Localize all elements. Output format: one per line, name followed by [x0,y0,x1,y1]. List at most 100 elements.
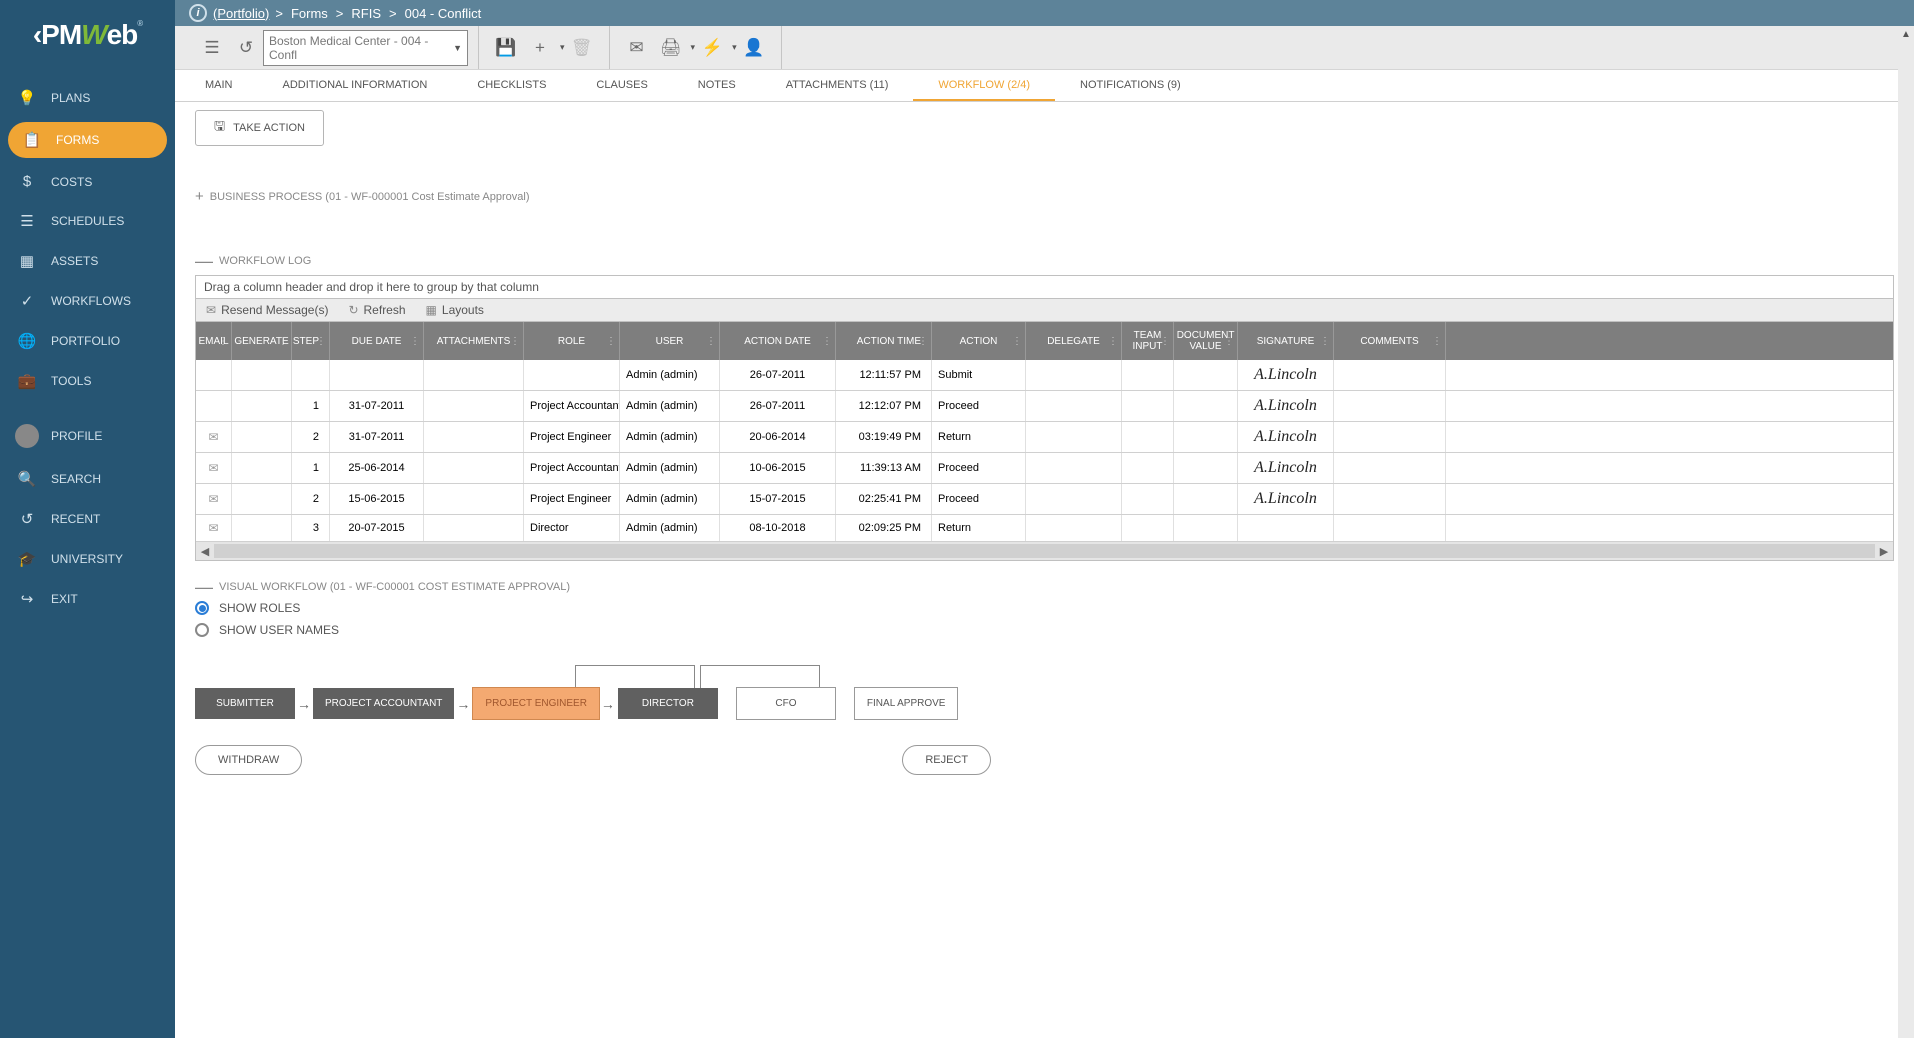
nav-profile[interactable]: PROFILE [0,413,175,459]
bp-header-text: BUSINESS PROCESS (01 - WF-000001 Cost Es… [210,191,530,203]
nav-search[interactable]: 🔍SEARCH [0,459,175,499]
cell-action: Return [932,422,1026,452]
nav-plans[interactable]: 💡PLANS [0,78,175,118]
radio-show-roles[interactable]: SHOW ROLES [195,601,1894,615]
nav-recent[interactable]: ↺ RECENT [0,499,175,539]
scroll-right-icon[interactable]: ▶ [1875,545,1893,558]
minus-icon: — [195,583,213,591]
reject-button[interactable]: REJECT [902,745,991,775]
col-attachments[interactable]: ATTACHMENTS⋮ [424,322,524,360]
visual-section-header[interactable]: — VISUAL WORKFLOW (01 - WF-C00001 COST E… [195,581,1894,593]
cell-generate [232,453,292,483]
nav-tools[interactable]: 💼TOOLS [0,361,175,401]
cell-delegate [1026,360,1122,390]
nav-exit[interactable]: ↪EXIT [0,579,175,619]
nav-costs[interactable]: $COSTS [0,162,175,201]
tab-checklists[interactable]: CHECKLISTS [452,70,571,101]
cell-doc-value [1174,422,1238,452]
cell-step: 1 [292,453,330,483]
scroll-up-icon[interactable]: ▲ [1898,26,1914,42]
h-scrollbar[interactable]: ◀ ▶ [196,542,1893,560]
nav-label: PLANS [51,91,90,105]
col-user[interactable]: USER⋮ [620,322,720,360]
cell-team-input [1122,515,1174,541]
group-bar[interactable]: Drag a column header and drop it here to… [196,276,1893,299]
table-row[interactable]: ✉ 2 31-07-2011 Project Engineer Admin (a… [196,422,1893,453]
nav-forms[interactable]: 📋FORMS [8,122,167,158]
cell-due: 31-07-2011 [330,422,424,452]
visual-workflow: SUBMITTER→ PROJECT ACCOUNTANT→ PROJECT E… [195,657,1894,720]
col-generate[interactable]: GENERATE⋮ [232,322,292,360]
scroll-left-icon[interactable]: ◀ [196,545,214,558]
col-step[interactable]: STEP⋮ [292,322,330,360]
print-icon[interactable]: 🖨 [657,34,685,62]
cell-role: Project Accountant [524,453,620,483]
col-email[interactable]: EMAIL⋮ [196,322,232,360]
breadcrumb-item[interactable]: RFIS [351,6,381,21]
add-icon[interactable]: + [526,34,554,62]
tab-attachments[interactable]: ATTACHMENTS (11) [761,70,914,101]
tab-additional[interactable]: ADDITIONAL INFORMATION [258,70,453,101]
cell-generate [232,391,292,421]
project-select[interactable]: Boston Medical Center - 004 - Confl▼ [263,30,468,66]
v-scrollbar[interactable]: ▲ [1898,26,1914,1038]
col-action-time[interactable]: ACTION TIME⋮ [836,322,932,360]
gt-label: Layouts [442,303,484,317]
table-row[interactable]: 1 31-07-2011 Project Accountant Admin (a… [196,391,1893,422]
col-doc-value[interactable]: DOCUMENT VALUE⋮ [1174,322,1238,360]
email-icon[interactable]: ✉ [623,34,651,62]
nav-portfolio[interactable]: 🌐PORTFOLIO [0,321,175,361]
scroll-track[interactable] [214,544,1875,558]
tab-workflow[interactable]: WORKFLOW (2/4) [913,70,1055,101]
layouts-icon: ▦ [426,303,437,317]
col-team-input[interactable]: TEAM INPUT⋮ [1122,322,1174,360]
col-role[interactable]: ROLE⋮ [524,322,620,360]
minus-icon: — [195,257,213,265]
history-icon: ↺ [15,510,39,528]
tab-notes[interactable]: NOTES [673,70,761,101]
nav-workflows[interactable]: ✓WORKFLOWS [0,281,175,321]
layouts-button[interactable]: ▦ Layouts [426,303,484,317]
tab-clauses[interactable]: CLAUSES [571,70,672,101]
col-due[interactable]: DUE DATE⋮ [330,322,424,360]
cell-comments [1334,360,1446,390]
withdraw-button[interactable]: WITHDRAW [195,745,302,775]
cell-comments [1334,515,1446,541]
cell-action-time: 12:11:57 PM [836,360,932,390]
take-action-button[interactable]: 🖫 TAKE ACTION [195,110,324,146]
nav-university[interactable]: 🎓UNIVERSITY [0,539,175,579]
col-action-date[interactable]: ACTION DATE⋮ [720,322,836,360]
history-icon[interactable]: ↺ [232,34,260,62]
tab-main[interactable]: MAIN [180,70,258,101]
list-icon[interactable]: ☰ [198,34,226,62]
breadcrumb-root[interactable]: (Portfolio) [213,6,269,21]
table-row[interactable]: Admin (admin) 26-07-2011 12:11:57 PM Sub… [196,360,1893,391]
table-row[interactable]: ✉ 1 25-06-2014 Project Accountant Admin … [196,453,1893,484]
col-delegate[interactable]: DELEGATE⋮ [1026,322,1122,360]
tab-notifications[interactable]: NOTIFICATIONS (9) [1055,70,1206,101]
cell-signature: A.Lincoln [1238,391,1334,421]
save-icon[interactable]: 💾 [492,34,520,62]
col-comments[interactable]: COMMENTS⋮ [1334,322,1446,360]
cell-action-date: 20-06-2014 [720,422,836,452]
radio-show-users[interactable]: SHOW USER NAMES [195,623,1894,637]
nav-label: RECENT [51,512,100,526]
log-section-header[interactable]: — WORKFLOW LOG [195,255,1894,267]
breadcrumb-item[interactable]: Forms [291,6,328,21]
info-icon[interactable]: i [189,4,207,22]
delete-icon[interactable]: 🗑 [568,34,596,62]
cell-user: Admin (admin) [620,453,720,483]
bp-section-header[interactable]: + BUSINESS PROCESS (01 - WF-000001 Cost … [195,188,1894,205]
refresh-button[interactable]: ↻Refresh [348,303,405,317]
bolt-icon[interactable]: ⚡ [698,34,726,62]
cell-email [196,360,232,390]
cell-signature: A.Lincoln [1238,484,1334,514]
nav-assets[interactable]: ▦ASSETS [0,241,175,281]
nav-schedules[interactable]: ☰SCHEDULES [0,201,175,241]
table-row[interactable]: ✉ 2 15-06-2015 Project Engineer Admin (a… [196,484,1893,515]
col-signature[interactable]: SIGNATURE⋮ [1238,322,1334,360]
resend-button[interactable]: ✉Resend Message(s) [206,303,328,317]
table-row[interactable]: ✉ 3 20-07-2015 Director Admin (admin) 08… [196,515,1893,542]
col-action[interactable]: ACTION⋮ [932,322,1026,360]
person-icon[interactable]: 👤 [740,34,768,62]
